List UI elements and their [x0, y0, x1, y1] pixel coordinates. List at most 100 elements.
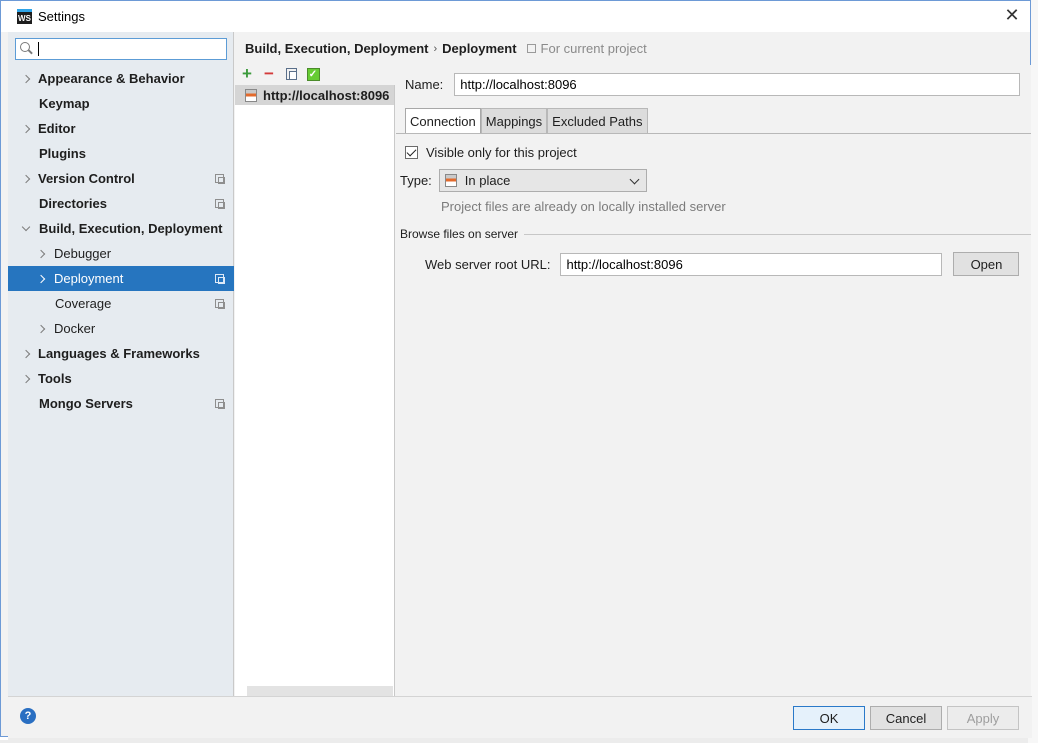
search-input[interactable]: [15, 38, 227, 60]
breadcrumb-separator: ›: [433, 42, 438, 55]
settings-tree: Appearance & Behavior Keymap Editor Plug…: [8, 66, 234, 416]
sidebar-item-label: Tools: [38, 371, 72, 386]
horizontal-scrollbar[interactable]: [247, 686, 393, 696]
search-icon: [20, 42, 34, 56]
name-row: Name: http://localhost:8096: [405, 73, 1021, 96]
project-scope-icon: [215, 174, 225, 184]
open-button[interactable]: Open: [953, 252, 1020, 276]
type-select-value: In place: [464, 173, 511, 188]
chevron-right-icon[interactable]: [22, 350, 30, 358]
webstorm-logo-icon: WS: [17, 9, 32, 24]
config-tabs: Connection Mappings Excluded Paths: [405, 108, 648, 133]
sidebar-item-label: Docker: [54, 321, 96, 336]
sidebar-item-label: Keymap: [39, 96, 90, 111]
title-bar: WS Settings ✕: [1, 1, 1030, 32]
visible-only-row[interactable]: Visible only for this project: [405, 145, 577, 160]
sidebar-item-label: Debugger: [54, 246, 112, 261]
server-name: http://localhost:8096: [263, 87, 390, 103]
visible-only-label: Visible only for this project: [426, 145, 577, 160]
close-icon: ✕: [1004, 5, 1020, 25]
sidebar-item-label: Appearance & Behavior: [38, 71, 185, 86]
minus-icon: −: [264, 64, 274, 83]
breadcrumb: Build, Execution, Deployment › Deploymen…: [235, 32, 1032, 65]
server-icon: [245, 88, 257, 102]
sidebar-item-deployment[interactable]: Deployment: [8, 266, 234, 291]
tab-excluded-paths[interactable]: Excluded Paths: [547, 108, 648, 133]
visible-only-checkbox[interactable]: [405, 146, 418, 159]
sidebar-item-label: Build, Execution, Deployment: [39, 221, 223, 236]
name-label: Name:: [405, 77, 444, 92]
type-hint: Project files are already on locally ins…: [441, 199, 726, 214]
apply-button[interactable]: Apply: [947, 706, 1019, 730]
section-title: Browse files on server: [400, 227, 519, 241]
root-url-field[interactable]: http://localhost:8096: [560, 252, 943, 276]
sidebar-item-keymap[interactable]: Keymap: [8, 91, 234, 116]
chevron-right-icon[interactable]: [22, 175, 30, 183]
project-scope-icon: [215, 299, 225, 309]
project-scope-icon: [215, 274, 225, 284]
breadcrumb-current: Deployment: [442, 41, 517, 56]
sidebar-item-docker[interactable]: Docker: [8, 316, 234, 341]
copy-server-button[interactable]: [280, 64, 302, 84]
tab-connection[interactable]: Connection: [405, 108, 481, 133]
server-config-panel: Name: http://localhost:8096 Connection M…: [396, 65, 1031, 696]
settings-dialog: WS Settings ✕ Appearance & Behavior Keym…: [0, 0, 1032, 738]
chevron-down-icon[interactable]: [22, 225, 30, 233]
sidebar-item-languages-frameworks[interactable]: Languages & Frameworks: [8, 341, 234, 366]
sidebar-item-editor[interactable]: Editor: [8, 116, 234, 141]
sidebar-item-label: Version Control: [38, 171, 135, 186]
server-list: http://localhost:8096: [235, 85, 395, 696]
section-divider: [524, 233, 1031, 235]
sidebar-item-label: Coverage: [55, 296, 112, 311]
sidebar-item-coverage[interactable]: Coverage: [8, 291, 234, 316]
ok-button[interactable]: OK: [793, 706, 865, 730]
settings-sidebar: Appearance & Behavior Keymap Editor Plug…: [8, 32, 234, 696]
chevron-right-icon[interactable]: [37, 250, 45, 258]
project-scope-icon: [215, 399, 225, 409]
remove-server-button[interactable]: −: [258, 64, 280, 84]
scope-label: For current project: [540, 41, 647, 56]
window-title: Settings: [38, 9, 85, 24]
chevron-right-icon[interactable]: [22, 125, 30, 133]
sidebar-item-directories[interactable]: Directories: [8, 191, 234, 216]
dialog-footer: ? OK Cancel Apply: [8, 696, 1032, 738]
sidebar-item-tools[interactable]: Tools: [8, 366, 234, 391]
sidebar-item-label: Editor: [38, 121, 76, 136]
use-as-default-button[interactable]: ✓: [302, 64, 324, 84]
server-toolbar: + − ✓: [235, 63, 395, 85]
chevron-right-icon[interactable]: [37, 275, 45, 283]
copy-icon: [285, 68, 297, 80]
breadcrumb-parent[interactable]: Build, Execution, Deployment: [245, 41, 428, 56]
help-icon[interactable]: ?: [20, 708, 36, 724]
text-caret: [38, 42, 39, 56]
type-label: Type:: [400, 173, 432, 188]
chevron-right-icon[interactable]: [37, 325, 45, 333]
sidebar-item-version-control[interactable]: Version Control: [8, 166, 234, 191]
cancel-button[interactable]: Cancel: [870, 706, 942, 730]
server-list-item[interactable]: http://localhost:8096: [235, 85, 394, 105]
root-url-label: Web server root URL:: [425, 256, 551, 272]
tab-divider: [396, 133, 1031, 134]
chevron-right-icon[interactable]: [22, 375, 30, 383]
close-button[interactable]: ✕: [1002, 6, 1022, 26]
sidebar-item-appearance[interactable]: Appearance & Behavior: [8, 66, 234, 91]
sidebar-item-label: Mongo Servers: [39, 396, 133, 411]
type-row: Type: In place: [400, 169, 647, 192]
name-field[interactable]: http://localhost:8096: [454, 73, 1021, 96]
root-url-row: Web server root URL: http://localhost:80…: [425, 252, 1020, 276]
sidebar-item-debugger[interactable]: Debugger: [8, 241, 234, 266]
sidebar-item-mongo-servers[interactable]: Mongo Servers: [8, 391, 234, 416]
sidebar-item-build-execution-deployment[interactable]: Build, Execution, Deployment: [8, 216, 234, 241]
add-server-button[interactable]: +: [236, 64, 258, 84]
server-icon: [444, 174, 457, 187]
sidebar-item-plugins[interactable]: Plugins: [8, 141, 234, 166]
tab-mappings[interactable]: Mappings: [480, 108, 548, 133]
chevron-right-icon[interactable]: [22, 75, 30, 83]
sidebar-item-label: Plugins: [39, 146, 86, 161]
type-select[interactable]: In place: [438, 169, 647, 192]
sidebar-item-label: Languages & Frameworks: [38, 346, 200, 361]
default-server-check-icon: ✓: [306, 67, 320, 81]
chevron-down-icon: [629, 174, 640, 185]
sidebar-item-label: Deployment: [54, 271, 124, 286]
browse-section-header: Browse files on server: [400, 227, 1031, 241]
